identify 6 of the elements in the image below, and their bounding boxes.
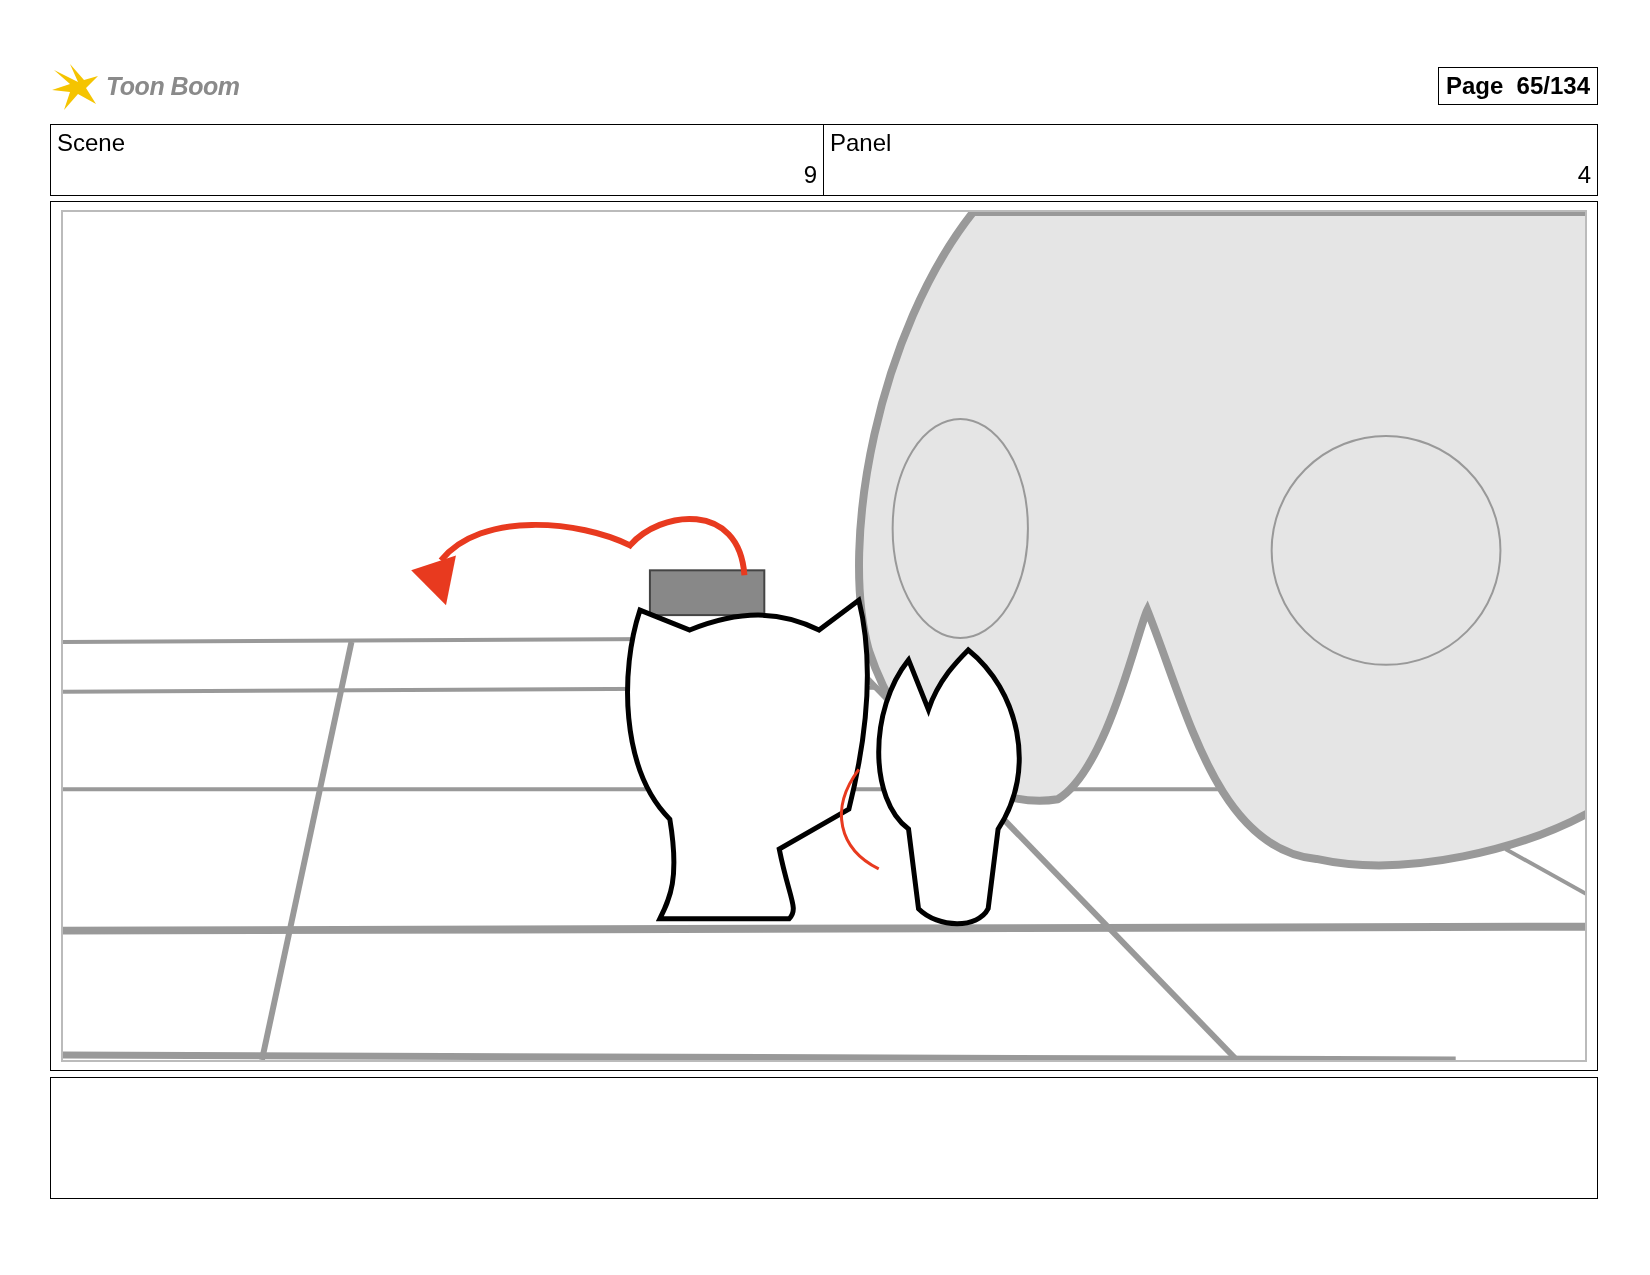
cell-heading: Panel — [830, 129, 892, 157]
cell-number: 4 — [1577, 161, 1591, 189]
cell-number: 9 — [803, 161, 817, 189]
cell-heading: Scene — [57, 129, 126, 157]
page-number: Page 65/134 — [1437, 67, 1598, 105]
logo-text: Toon Boom — [106, 71, 240, 101]
